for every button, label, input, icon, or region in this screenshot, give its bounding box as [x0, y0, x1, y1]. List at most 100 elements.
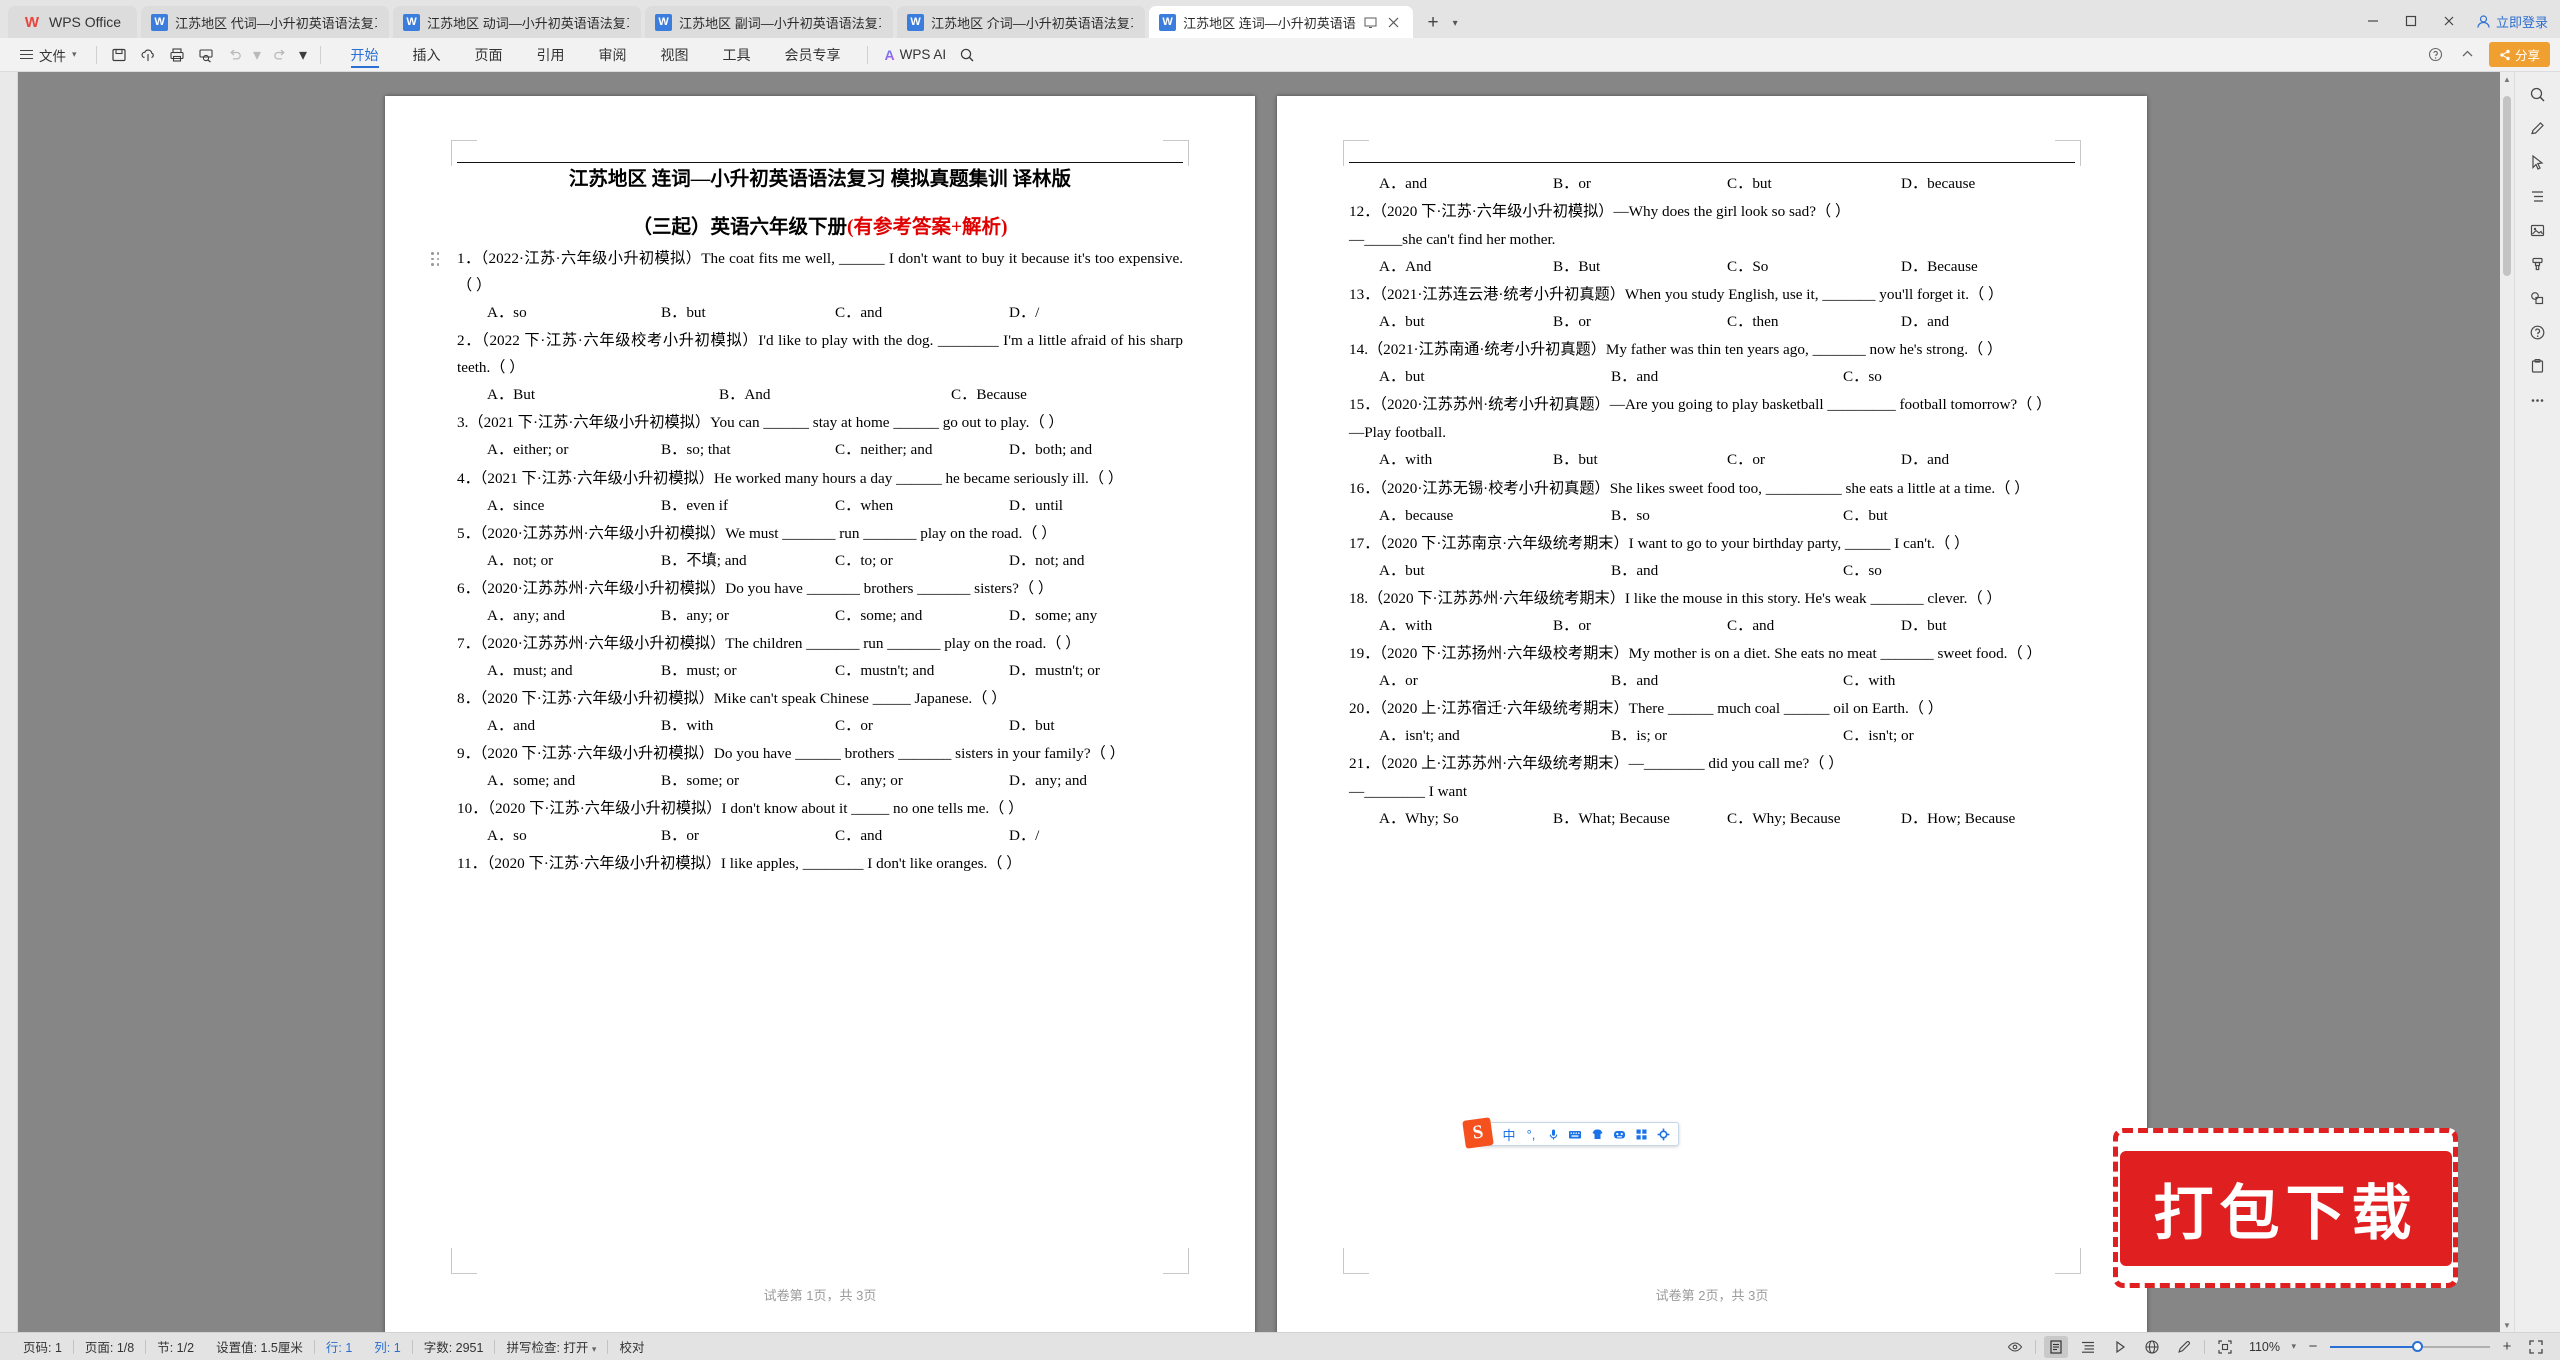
shapes-icon[interactable]: [2522, 282, 2554, 314]
question-text: 11．（2020 下·江苏·六年级小升初模拟）I like apples, __…: [457, 855, 1022, 873]
paragraph-drag-handle[interactable]: [431, 252, 443, 268]
status-spellcheck[interactable]: 拼写检查: 打开 ▾: [495, 1337, 607, 1356]
close-window-icon[interactable]: [2438, 10, 2460, 32]
status-setting-value[interactable]: 设置值: 1.5厘米: [205, 1337, 314, 1356]
ribbon-tab-tools[interactable]: 工具: [706, 38, 768, 71]
edit-pen-icon[interactable]: [2522, 112, 2554, 144]
print-preview-icon[interactable]: [193, 43, 219, 67]
document-canvas[interactable]: 江苏地区 连词—小升初英语语法复习 模拟真题集训 译林版 （三起）英语六年级下册…: [18, 72, 2514, 1332]
document-tab-5-active[interactable]: W 江苏地区 连词—小升初英语语…: [1149, 6, 1414, 38]
maximize-icon[interactable]: [2400, 10, 2422, 32]
ribbon-tab-page[interactable]: 页面: [458, 38, 520, 71]
reading-view-icon[interactable]: [2108, 1336, 2132, 1358]
web-layout-view-icon[interactable]: [2140, 1336, 2164, 1358]
outline-view-icon[interactable]: [2076, 1336, 2100, 1358]
status-page-number[interactable]: 页码: 1: [12, 1337, 73, 1356]
wps-ai-button[interactable]: A WPS AI: [877, 47, 955, 63]
monitor-icon[interactable]: [1363, 15, 1378, 30]
option-row: A．or B．and C．with: [1379, 667, 2075, 694]
zoom-level-label[interactable]: 110%: [2245, 1340, 2283, 1354]
settings-icon[interactable]: [1652, 1123, 1674, 1145]
chevron-down-icon[interactable]: ▾: [2291, 1341, 2296, 1352]
ime-language-toggle[interactable]: 中: [1498, 1123, 1520, 1145]
status-page-count[interactable]: 页面: 1/8: [74, 1337, 145, 1356]
scrollbar-thumb[interactable]: [2503, 96, 2511, 276]
print-layout-view-icon[interactable]: [2044, 1335, 2069, 1358]
ribbon-tab-view[interactable]: 视图: [644, 38, 706, 71]
save-icon[interactable]: [106, 43, 132, 67]
status-proofread[interactable]: 校对: [608, 1337, 655, 1356]
minimize-icon[interactable]: [2362, 10, 2384, 32]
emoji-icon[interactable]: [1608, 1123, 1630, 1145]
option-choice: B．But: [1553, 258, 1601, 276]
collapse-ribbon-icon[interactable]: [2457, 44, 2479, 66]
status-row[interactable]: 行: 1: [315, 1337, 363, 1356]
document-tab-1[interactable]: W 江苏地区 代词—小升初英语语法复习: [141, 6, 390, 38]
eye-preview-icon[interactable]: [2003, 1336, 2027, 1358]
format-brush-icon[interactable]: [2522, 248, 2554, 280]
cursor-select-icon[interactable]: [2522, 146, 2554, 178]
keyboard-icon[interactable]: [1564, 1123, 1586, 1145]
undo-icon[interactable]: [222, 43, 248, 67]
document-tab-4[interactable]: W 江苏地区 介词—小升初英语语法复习: [897, 6, 1146, 38]
theme-brush-icon[interactable]: [2172, 1336, 2196, 1358]
document-page-2[interactable]: A．and B．or C．but D．because 12．（2020 下·江苏·六年级…: [1277, 96, 2147, 1332]
option-choice: D．and: [1901, 313, 1950, 331]
share-button[interactable]: 分享: [2488, 42, 2550, 67]
cloud-save-icon[interactable]: [135, 43, 161, 67]
ime-floating-toolbar[interactable]: S 中 °,: [1462, 1117, 1679, 1149]
fit-page-icon[interactable]: [2213, 1336, 2237, 1358]
search-icon[interactable]: [954, 43, 980, 67]
option-choice: A．And: [1379, 258, 1432, 276]
fullscreen-icon[interactable]: [2524, 1336, 2548, 1358]
document-tab-3[interactable]: W 江苏地区 副词—小升初英语语法复习: [645, 6, 894, 38]
question-text: 21．（2020 上·江苏苏州·六年级统考期末）—________ did yo…: [1349, 754, 1844, 772]
new-tab-dropdown-icon[interactable]: ▾: [1447, 8, 1463, 38]
image-tool-icon[interactable]: [2522, 214, 2554, 246]
scroll-down-arrow[interactable]: ▼: [2500, 1318, 2514, 1332]
undo-dropdown-icon[interactable]: ▾: [251, 43, 264, 67]
redo-icon[interactable]: [267, 43, 293, 67]
status-column[interactable]: 列: 1: [363, 1337, 411, 1356]
option-choice: B．even if: [661, 496, 729, 514]
document-tab-2[interactable]: W 江苏地区 动词—小升初英语语法复习: [393, 6, 642, 38]
qat-customize-icon[interactable]: ▾: [296, 43, 311, 67]
question-text: 6．（2020·江苏苏州·六年级小升初模拟）Do you have ______…: [457, 579, 1054, 597]
login-button[interactable]: 立即登录: [2476, 12, 2548, 31]
document-page-1[interactable]: 江苏地区 连词—小升初英语语法复习 模拟真题集训 译林版 （三起）英语六年级下册…: [385, 96, 1255, 1332]
zoom-knob[interactable]: [2412, 1341, 2423, 1352]
ribbon-tab-home[interactable]: 开始: [334, 38, 396, 71]
option-choice: C．or: [1727, 451, 1765, 469]
vertical-scrollbar[interactable]: ▲ ▼: [2500, 72, 2514, 1332]
more-options-icon[interactable]: [2522, 384, 2554, 416]
zoom-slider[interactable]: [2330, 1340, 2490, 1354]
ribbon-tab-insert[interactable]: 插入: [396, 38, 458, 71]
word-doc-icon: W: [403, 13, 421, 31]
print-icon[interactable]: [164, 43, 190, 67]
ribbon-tab-review[interactable]: 审阅: [582, 38, 644, 71]
mic-icon[interactable]: [1542, 1123, 1564, 1145]
skin-icon[interactable]: [1586, 1123, 1608, 1145]
option-row: A．but B．and C．so: [1379, 363, 2075, 390]
ime-punctuation-icon[interactable]: °,: [1520, 1123, 1542, 1145]
file-menu-button[interactable]: 文件 ▾: [10, 45, 87, 65]
zoom-out-button[interactable]: −: [2304, 1338, 2322, 1356]
crop-mark: [1343, 1248, 1369, 1274]
option-choice: B．or: [661, 827, 699, 845]
table-of-contents-icon[interactable]: [2522, 180, 2554, 212]
close-icon[interactable]: [1386, 15, 1401, 30]
search-panel-icon[interactable]: [2522, 78, 2554, 110]
wps-office-home-tab[interactable]: W WPS Office: [8, 6, 138, 38]
ribbon-tab-member[interactable]: 会员专享: [768, 38, 858, 71]
ribbon-tab-reference[interactable]: 引用: [520, 38, 582, 71]
status-word-count[interactable]: 字数: 2951: [413, 1337, 495, 1356]
new-tab-button[interactable]: +: [1419, 8, 1447, 38]
scroll-up-arrow[interactable]: ▲: [2500, 72, 2514, 86]
apps-icon[interactable]: [1630, 1123, 1652, 1145]
help-circle-icon[interactable]: [2522, 316, 2554, 348]
zoom-in-button[interactable]: +: [2498, 1338, 2516, 1356]
question-text: 2．（2022 下·江苏·六年级校考小升初模拟）I'd like to play…: [457, 332, 1183, 377]
status-section[interactable]: 节: 1/2: [146, 1337, 205, 1356]
clipboard-icon[interactable]: [2522, 350, 2554, 382]
help-icon[interactable]: [2425, 44, 2447, 66]
